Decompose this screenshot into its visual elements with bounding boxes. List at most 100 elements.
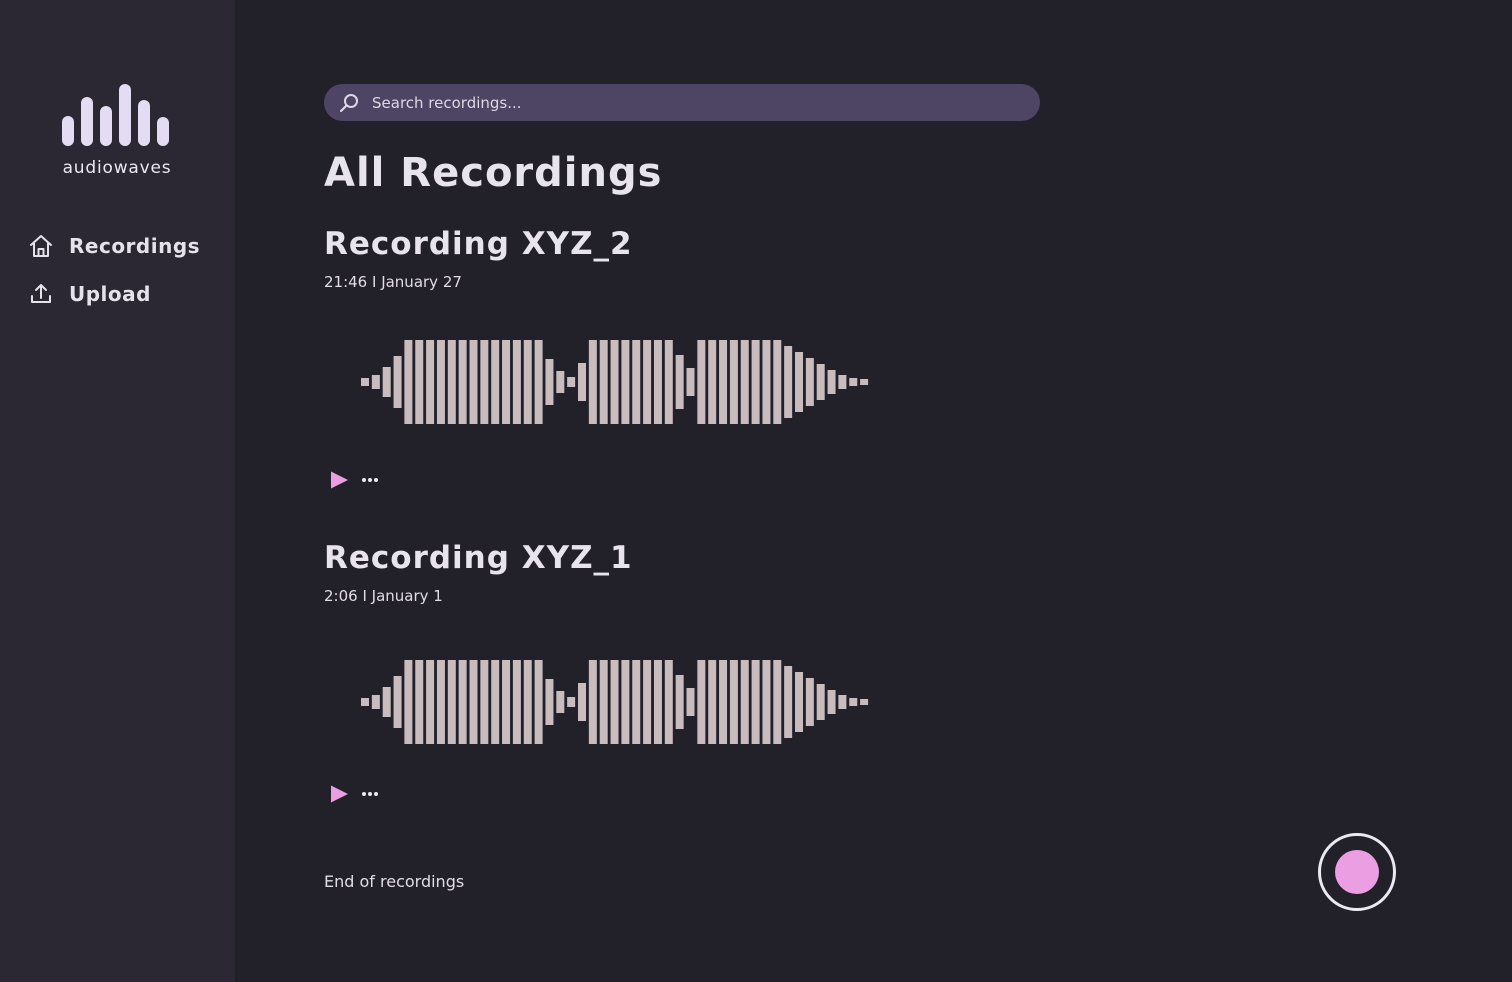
more-options-icon[interactable] xyxy=(360,789,380,799)
waveform-bar xyxy=(382,367,391,397)
waveform-bar xyxy=(491,340,500,424)
waveform-bar xyxy=(361,378,369,386)
waveform-bar xyxy=(838,695,847,709)
waveform-bar xyxy=(393,676,402,728)
waveform-bar xyxy=(502,660,511,744)
waveform-bar xyxy=(795,352,803,412)
waveform-bar xyxy=(393,356,402,408)
waveform-bar xyxy=(426,660,435,744)
upload-icon xyxy=(31,284,51,303)
waveform-bar xyxy=(599,660,608,744)
waveform[interactable] xyxy=(361,340,881,424)
record-button[interactable] xyxy=(1318,833,1396,911)
waveform-bar xyxy=(469,340,478,424)
app-name: audiowaves xyxy=(62,158,172,178)
waveform-bar xyxy=(512,340,521,424)
sidebar-item-label: Recordings xyxy=(69,234,201,258)
waveform-bar xyxy=(545,359,554,405)
waveform-bar xyxy=(361,698,369,706)
waveform-bar xyxy=(795,672,803,732)
waveform-bar xyxy=(371,375,380,389)
waveform-bar xyxy=(643,340,652,424)
waveform-bar xyxy=(664,660,673,744)
waveform-bar xyxy=(849,698,858,706)
waveform-bar xyxy=(480,660,489,744)
waveform-bar xyxy=(697,340,706,424)
waveform-bar xyxy=(849,378,858,386)
waveform-bar xyxy=(729,660,738,744)
waveform-bar xyxy=(653,340,662,424)
waveform-bar xyxy=(773,340,782,424)
search-input[interactable] xyxy=(372,93,1012,112)
waveform-bar xyxy=(740,660,749,744)
waveform-bar xyxy=(860,379,869,385)
waveform-bar xyxy=(805,678,814,726)
waveform-bar xyxy=(643,660,652,744)
recording-title[interactable]: Recording XYZ_2 xyxy=(324,226,1024,262)
waveform-bar xyxy=(588,340,597,424)
waveform-bar xyxy=(588,660,597,744)
waveform-bar xyxy=(762,340,771,424)
waveform-bar xyxy=(621,660,630,744)
waveform-bar xyxy=(632,660,641,744)
sidebar-item-label: Upload xyxy=(69,282,151,306)
recording-title[interactable]: Recording XYZ_1 xyxy=(324,540,1024,576)
waveform-bar xyxy=(773,660,782,744)
search-icon xyxy=(339,93,358,112)
waveform-bar xyxy=(675,355,684,409)
waveform-bar xyxy=(523,660,532,744)
recording-card: Recording XYZ_1 2:06 I January 1 xyxy=(324,540,1024,803)
waveform-bar xyxy=(436,340,445,424)
waveform-bar xyxy=(784,346,793,418)
waveform-bar xyxy=(415,340,424,424)
waveform-bar xyxy=(534,660,543,744)
waveform-bar xyxy=(860,699,869,705)
waveform-bar xyxy=(653,660,662,744)
logo: audiowaves xyxy=(62,84,172,178)
waveform-bar xyxy=(838,375,847,389)
sidebar: audiowaves Recordings Upload xyxy=(0,0,235,982)
waveform-bar xyxy=(784,666,793,738)
record-icon xyxy=(1335,850,1379,894)
waveform-bar xyxy=(805,358,814,406)
waveform-bar xyxy=(458,340,467,424)
waveform-bar xyxy=(816,364,825,400)
waveform-bar xyxy=(827,690,836,714)
recording-meta: 21:46 I January 27 xyxy=(324,273,462,291)
play-icon[interactable] xyxy=(328,469,350,491)
waveform-bar xyxy=(578,683,586,721)
waveform-bar xyxy=(632,340,641,424)
more-options-icon[interactable] xyxy=(360,475,380,485)
sidebar-item-upload[interactable]: Upload xyxy=(28,279,151,309)
waveform-bar xyxy=(621,340,630,424)
waveform[interactable] xyxy=(361,660,881,744)
waveform-bar xyxy=(697,660,706,744)
waveform-bar xyxy=(675,675,684,729)
waveform-bar xyxy=(686,368,695,396)
home-icon xyxy=(30,235,52,257)
waveform-bar xyxy=(740,340,749,424)
waveform-bar xyxy=(751,660,760,744)
waveform-bar xyxy=(447,340,456,424)
waveform-bar xyxy=(686,688,695,716)
waveform-bar xyxy=(382,687,391,717)
waveform-bar xyxy=(426,340,435,424)
waveform-bar xyxy=(599,340,608,424)
waveform-bar xyxy=(545,679,554,725)
waveform-bar xyxy=(708,340,717,424)
waveform-bar xyxy=(458,660,467,744)
sidebar-item-recordings[interactable]: Recordings xyxy=(28,231,200,261)
waveform-bar xyxy=(664,340,673,424)
waveform-bar xyxy=(534,340,543,424)
waveform-bar xyxy=(708,660,717,744)
waveform-bar xyxy=(523,340,532,424)
waveform-bar xyxy=(512,660,521,744)
waveform-bar xyxy=(480,340,489,424)
play-icon[interactable] xyxy=(328,783,350,805)
waveform-bar xyxy=(556,691,565,713)
waveform-bar xyxy=(610,660,619,744)
waveform-bar xyxy=(719,340,728,424)
waveform-bar xyxy=(404,340,413,424)
search-bar xyxy=(324,84,1040,121)
logo-bars-icon xyxy=(62,84,172,146)
